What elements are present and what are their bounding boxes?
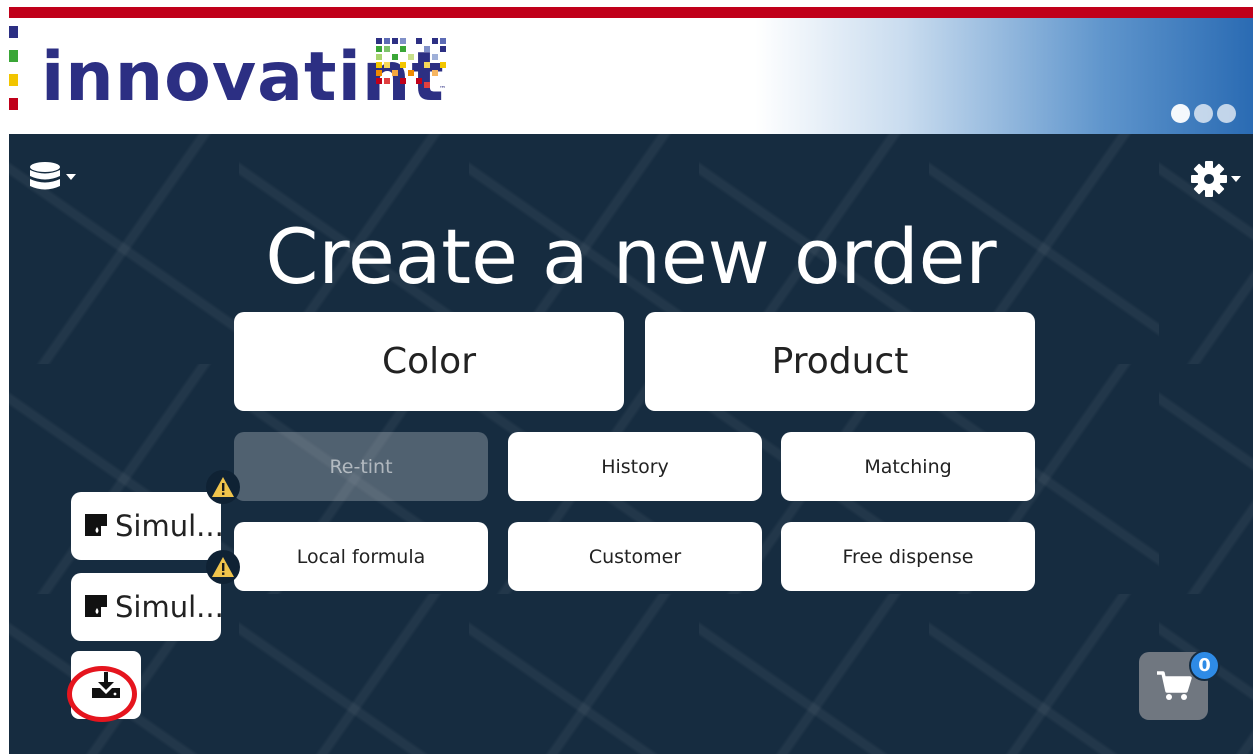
- settings-menu-button[interactable]: [1190, 160, 1241, 198]
- trademark-mark: ™: [439, 85, 446, 93]
- download-icon: [92, 672, 120, 698]
- cart-icon: [1156, 671, 1192, 700]
- dispenser-icon: [85, 509, 107, 543]
- machine-label: Simul...: [115, 509, 221, 543]
- database-menu-button[interactable]: [29, 160, 76, 194]
- gear-icon: [1191, 161, 1227, 197]
- dispenser-icon: [85, 590, 107, 624]
- free-dispense-button[interactable]: Free dispense: [781, 522, 1035, 591]
- logo-color-stripes: [9, 26, 18, 122]
- dot: [1194, 104, 1213, 123]
- dot: [1217, 104, 1236, 123]
- top-accent-bar: [9, 7, 1253, 18]
- product-button[interactable]: Product: [645, 312, 1035, 411]
- color-button[interactable]: Color: [234, 312, 624, 411]
- retint-button[interactable]: Re-tint: [234, 432, 488, 501]
- download-button[interactable]: [71, 651, 141, 719]
- app-header: innovatint ™: [9, 18, 1253, 134]
- local-formula-button[interactable]: Local formula: [234, 522, 488, 591]
- dot: [1171, 104, 1190, 123]
- customer-button[interactable]: Customer: [508, 522, 762, 591]
- machine-simulator-2[interactable]: Simul...: [71, 573, 221, 641]
- chevron-down-icon: [66, 174, 76, 180]
- cart-count-badge: 0: [1189, 650, 1220, 681]
- warning-icon[interactable]: [206, 470, 240, 504]
- loading-dots: [1171, 104, 1236, 123]
- machine-simulator-1[interactable]: Simul...: [71, 492, 221, 560]
- history-button[interactable]: History: [508, 432, 762, 501]
- machine-label: Simul...: [115, 590, 221, 624]
- warning-icon[interactable]: [206, 550, 240, 584]
- matching-button[interactable]: Matching: [781, 432, 1035, 501]
- chevron-down-icon: [1231, 176, 1241, 182]
- page-title: Create a new order: [265, 212, 997, 301]
- main-panel: Create a new order Color Product Re-tint…: [9, 134, 1253, 754]
- database-icon: [30, 162, 60, 190]
